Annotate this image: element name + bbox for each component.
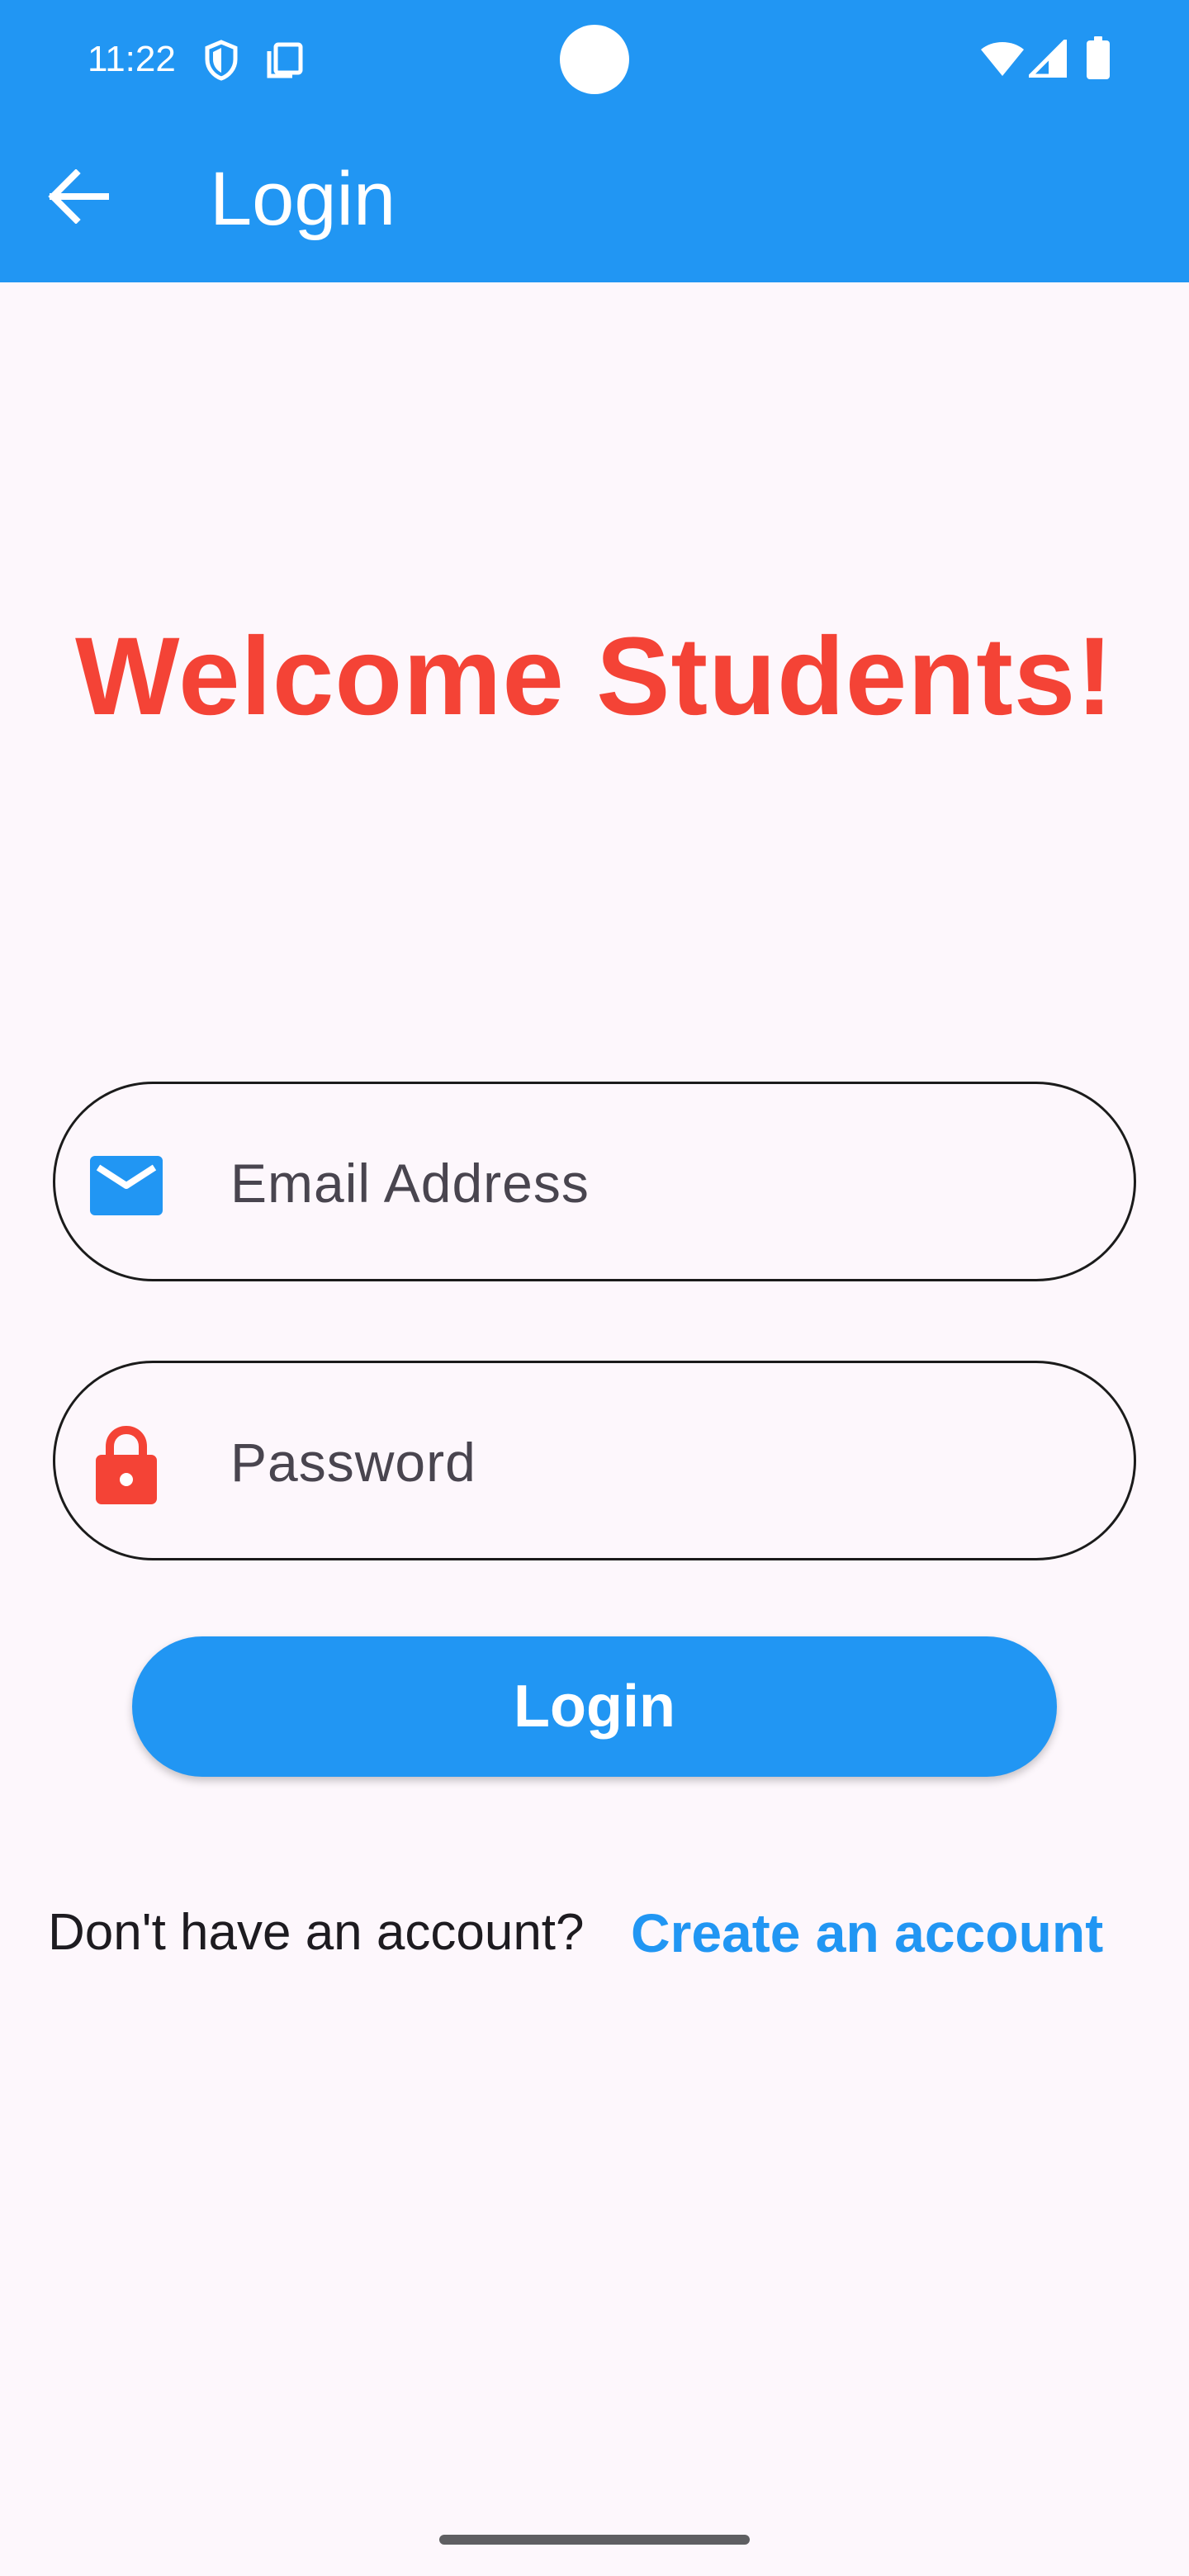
cellular-signal-icon: [1025, 36, 1068, 82]
login-button[interactable]: Login: [132, 1636, 1057, 1777]
signup-prompt: Don't have an account?: [48, 1904, 585, 1961]
password-input[interactable]: [229, 1404, 1087, 1520]
arrow-left-icon: [46, 168, 109, 228]
status-time: 11:22: [88, 39, 176, 79]
screenshot-icon: [266, 41, 304, 83]
app-bar: 11:22 Login: [0, 0, 1189, 282]
home-indicator[interactable]: [439, 2535, 750, 2545]
password-field[interactable]: [53, 1361, 1136, 1560]
battery-icon: [1087, 36, 1110, 83]
welcome-heading: Welcome Students!: [75, 615, 1114, 738]
shield-icon: [203, 40, 239, 85]
camera-cutout: [560, 25, 629, 94]
back-button[interactable]: [36, 157, 119, 239]
create-account-link[interactable]: Create an account: [631, 1902, 1103, 1963]
mail-icon: [87, 1146, 166, 1225]
app-bar-title: Login: [210, 157, 396, 241]
email-input[interactable]: [229, 1125, 1087, 1241]
email-field[interactable]: [53, 1082, 1136, 1281]
wifi-icon: [979, 40, 1026, 82]
lock-icon: [87, 1425, 166, 1504]
